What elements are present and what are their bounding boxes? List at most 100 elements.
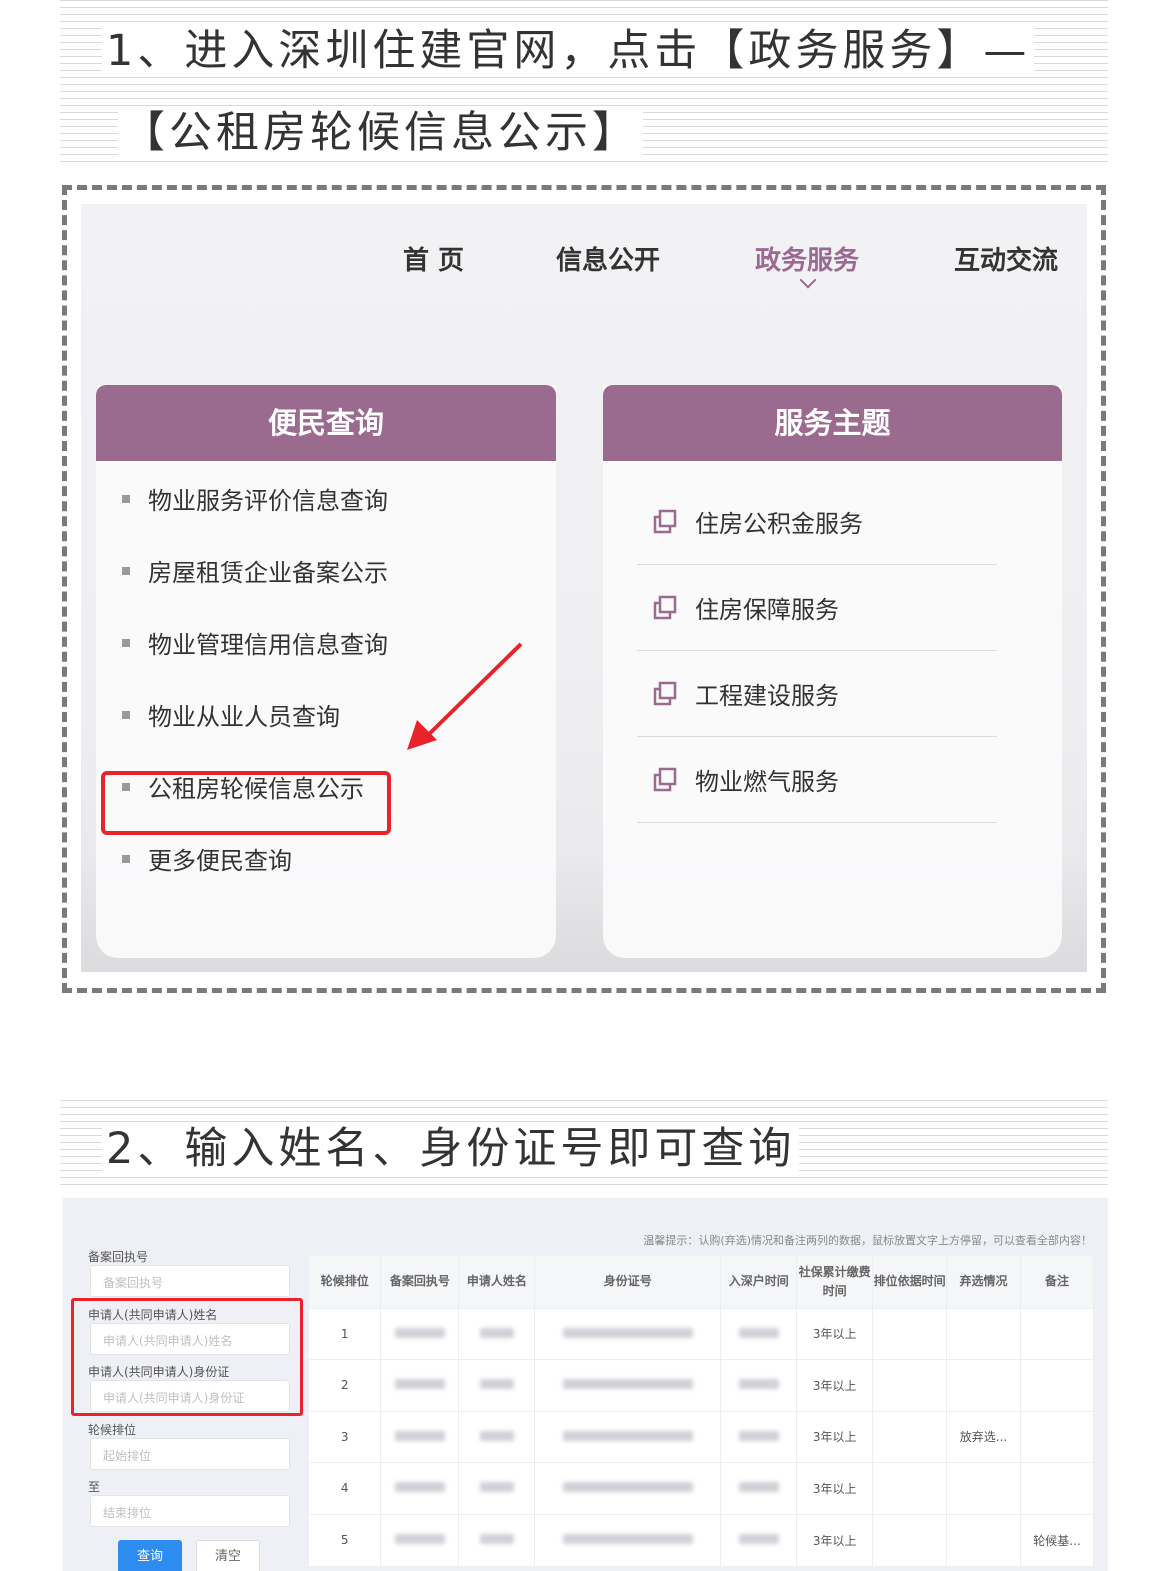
- blurred-cell: [458, 1462, 536, 1514]
- table-row: 4 3年以上: [309, 1462, 1094, 1514]
- column-header[interactable]: 备案回执号: [380, 1256, 460, 1308]
- social-security-cell: 3年以上: [796, 1307, 874, 1360]
- blurred-cell: [720, 1307, 798, 1360]
- step1-title-line2: 【公租房轮候信息公示】: [118, 108, 643, 158]
- blurred-cell: [380, 1307, 460, 1360]
- rank-cell: 3: [309, 1410, 382, 1463]
- field-label: 轮候排位: [88, 1423, 137, 1437]
- blurred-cell: [534, 1462, 722, 1514]
- table-header: 轮候排位 备案回执号 申请人姓名 身份证号 入深户时间 社保累计缴费时间 排位依…: [309, 1256, 1094, 1308]
- blurred-cell: [380, 1462, 460, 1514]
- bullet-icon: [122, 566, 130, 575]
- column-header[interactable]: 轮候排位: [309, 1256, 382, 1308]
- abandon-cell[interactable]: [946, 1513, 1021, 1566]
- service-link[interactable]: 工程建设服务: [637, 651, 997, 737]
- bullet-icon: [122, 638, 130, 647]
- highlight-box: [101, 771, 391, 835]
- remark-cell[interactable]: [1020, 1462, 1094, 1514]
- website-screenshot: 首 页 信息公开 政务服务 互动交流 便民查询 物业服务评价信息查询 房屋租赁企…: [81, 204, 1087, 972]
- abandon-cell[interactable]: [946, 1359, 1021, 1411]
- query-button[interactable]: 查询: [118, 1540, 182, 1571]
- step1-title-line1: 1、进入深圳住建官网，点击【政务服务】—: [102, 26, 1035, 76]
- abandon-cell[interactable]: [946, 1462, 1021, 1514]
- blurred-cell: [720, 1410, 798, 1463]
- nav-home[interactable]: 首 页: [403, 240, 464, 277]
- panel-title: 便民查询: [96, 385, 556, 461]
- blurred-cell: [380, 1359, 460, 1411]
- receipt-number-input[interactable]: 备案回执号: [90, 1265, 290, 1297]
- field-label: 至: [88, 1480, 101, 1494]
- blurred-cell: [534, 1307, 722, 1360]
- blurred-cell: [534, 1513, 722, 1566]
- table-row: 5 3年以上 轮候基...: [309, 1513, 1094, 1566]
- field-label: 备案回执号: [88, 1250, 149, 1264]
- highlight-box: [71, 1298, 303, 1416]
- column-header[interactable]: 备注: [1020, 1256, 1094, 1308]
- copy-icon: [653, 681, 677, 705]
- blurred-cell: [458, 1307, 536, 1360]
- remark-cell[interactable]: [1020, 1359, 1094, 1411]
- remark-cell[interactable]: 轮候基...: [1020, 1513, 1094, 1566]
- service-link[interactable]: 住房保障服务: [637, 565, 997, 651]
- column-header[interactable]: 申请人姓名: [458, 1256, 536, 1308]
- blurred-cell: [458, 1410, 536, 1463]
- query-link[interactable]: 房屋租赁企业备案公示: [122, 553, 388, 588]
- blurred-cell: [458, 1359, 536, 1411]
- rank-cell: 2: [309, 1359, 382, 1411]
- table-row: 2 3年以上: [309, 1359, 1094, 1411]
- blurred-cell: [380, 1513, 460, 1566]
- query-link[interactable]: 物业从业人员查询: [122, 697, 340, 732]
- rank-start-input[interactable]: 起始排位: [90, 1438, 290, 1470]
- social-security-cell: 3年以上: [796, 1359, 874, 1411]
- query-link[interactable]: 物业管理信用信息查询: [122, 625, 388, 660]
- copy-icon: [653, 767, 677, 791]
- more-queries-link[interactable]: 更多便民查询: [122, 841, 292, 876]
- blurred-cell: [720, 1513, 798, 1566]
- column-header[interactable]: 排位依据时间: [872, 1256, 948, 1308]
- blurred-cell: [380, 1410, 460, 1463]
- column-header[interactable]: 入深户时间: [720, 1256, 798, 1308]
- column-header[interactable]: 社保累计缴费时间: [796, 1256, 874, 1308]
- remark-cell[interactable]: [1020, 1307, 1094, 1360]
- blurred-cell: [720, 1462, 798, 1514]
- service-topics-panel: 服务主题 住房公积金服务 住房保障服务 工程建设服务 物业燃气服务: [603, 385, 1062, 958]
- table-cell: [872, 1359, 948, 1411]
- query-page-screenshot: 温馨提示：认购(弃选)情况和备注两列的数据，鼠标放置文字上方停留，可以查看全部内…: [63, 1198, 1108, 1571]
- table-row: 3 3年以上 放弃选...: [309, 1410, 1094, 1463]
- blurred-cell: [720, 1359, 798, 1411]
- query-link[interactable]: 物业服务评价信息查询: [122, 481, 388, 516]
- rank-cell: 5: [309, 1513, 382, 1566]
- table-cell: [872, 1307, 948, 1360]
- table-cell: [872, 1410, 948, 1463]
- column-header[interactable]: 身份证号: [534, 1256, 722, 1308]
- rank-cell: 4: [309, 1462, 382, 1514]
- abandon-cell[interactable]: [946, 1307, 1021, 1360]
- step2-title: 2、输入姓名、身份证号即可查询: [102, 1124, 800, 1174]
- social-security-cell: 3年以上: [796, 1462, 874, 1514]
- abandon-cell[interactable]: 放弃选...: [946, 1410, 1021, 1463]
- nav-info-public[interactable]: 信息公开: [556, 240, 660, 277]
- table-cell: [872, 1462, 948, 1514]
- nav-interaction[interactable]: 互动交流: [954, 240, 1058, 277]
- table-cell: [872, 1513, 948, 1566]
- blurred-cell: [534, 1410, 722, 1463]
- rank-cell: 1: [309, 1307, 382, 1360]
- clear-button[interactable]: 清空: [196, 1540, 260, 1571]
- rank-end-input[interactable]: 结束排位: [90, 1495, 290, 1527]
- tip-text: 温馨提示：认购(弃选)情况和备注两列的数据，鼠标放置文字上方停留，可以查看全部内…: [643, 1234, 1092, 1247]
- social-security-cell: 3年以上: [796, 1410, 874, 1463]
- bullet-icon: [122, 710, 130, 719]
- service-link[interactable]: 住房公积金服务: [637, 479, 997, 565]
- bullet-icon: [122, 854, 130, 863]
- service-link[interactable]: 物业燃气服务: [637, 737, 997, 823]
- copy-icon: [653, 509, 677, 533]
- column-header[interactable]: 弃选情况: [946, 1256, 1021, 1308]
- panel-title: 服务主题: [603, 385, 1062, 461]
- blurred-cell: [534, 1359, 722, 1411]
- remark-cell[interactable]: [1020, 1410, 1094, 1463]
- copy-icon: [653, 595, 677, 619]
- red-arrow-icon: [407, 642, 523, 750]
- blurred-cell: [458, 1513, 536, 1566]
- social-security-cell: 3年以上: [796, 1513, 874, 1566]
- table-row: 1 3年以上: [309, 1307, 1094, 1360]
